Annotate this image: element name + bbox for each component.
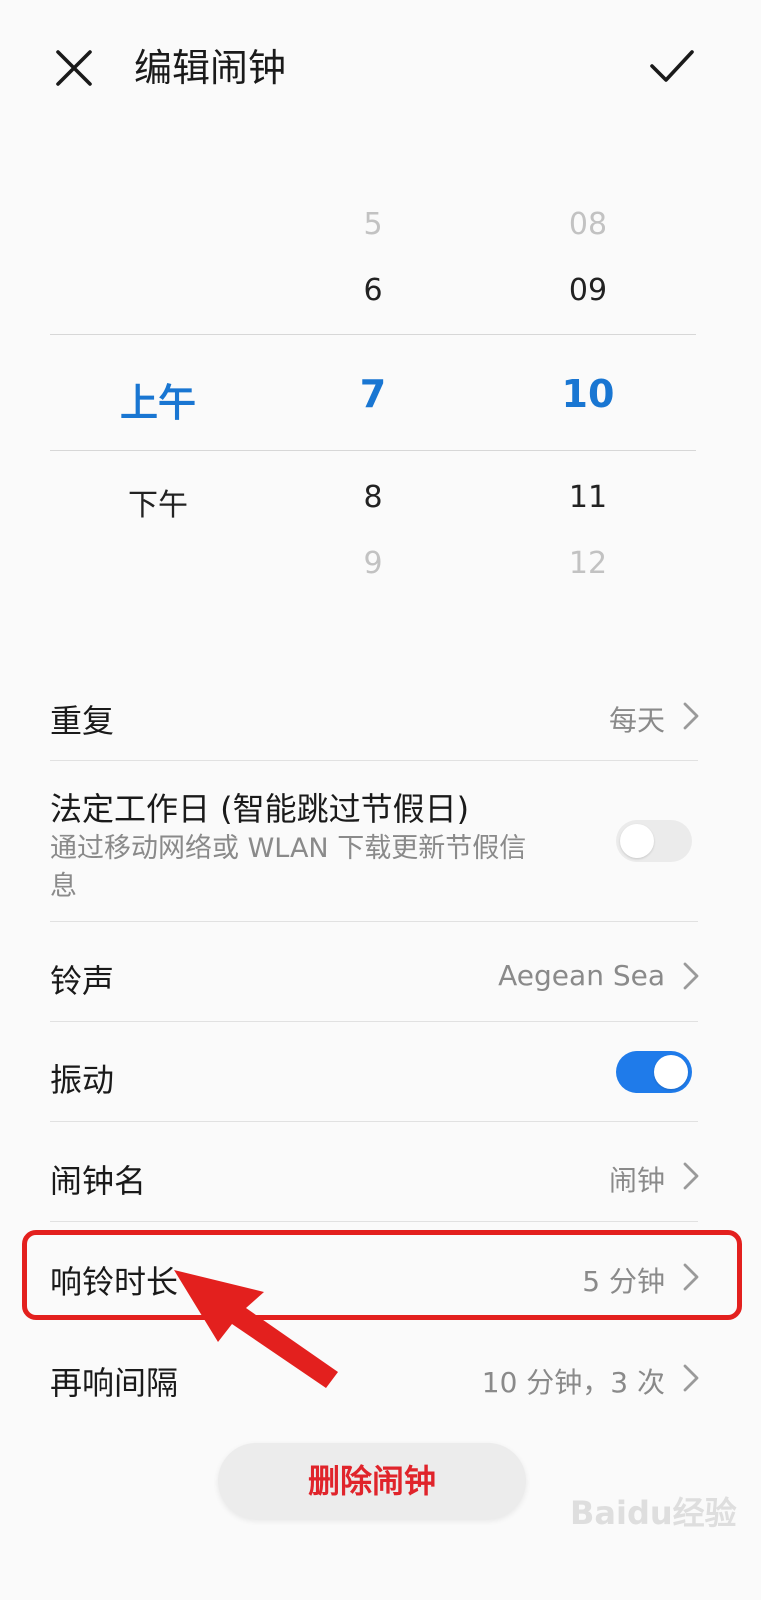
- workday-subtitle-line2: 息: [50, 871, 77, 902]
- snooze-label: 再响间隔: [50, 1364, 179, 1402]
- row-divider: [50, 760, 698, 761]
- picker-hour-item[interactable]: 5: [313, 207, 433, 242]
- vibrate-label: 振动: [50, 1061, 115, 1099]
- picker-ampm-item[interactable]: 下午: [98, 480, 218, 524]
- workday-subtitle-line1: 通过移动网络或 WLAN 下载更新节假信: [50, 833, 527, 864]
- annotation-highlight-box: [22, 1230, 742, 1320]
- repeat-label: 重复: [50, 702, 115, 740]
- picker-ampm-selected[interactable]: 上午: [98, 372, 218, 427]
- row-divider: [50, 1021, 698, 1022]
- page-title: 编辑闹钟: [134, 46, 287, 90]
- alarm-name-value: 闹钟: [608, 1164, 665, 1197]
- watermark: Baidu经验: [570, 1494, 737, 1532]
- picker-divider-bottom: [50, 450, 696, 451]
- snooze-value: 10 分钟，3 次: [481, 1366, 665, 1399]
- toggle-knob: [654, 1055, 688, 1089]
- picker-minute-item[interactable]: 11: [528, 480, 648, 515]
- check-icon[interactable]: [646, 40, 698, 92]
- chevron-right-icon: [671, 1156, 711, 1196]
- chevron-right-icon: [671, 696, 711, 736]
- ringtone-value: Aegean Sea: [498, 959, 665, 992]
- row-divider: [50, 921, 698, 922]
- picker-minute-item[interactable]: 12: [528, 546, 648, 581]
- close-icon[interactable]: [48, 42, 100, 94]
- picker-hour-selected[interactable]: 7: [313, 372, 433, 416]
- picker-hour-item[interactable]: 8: [313, 480, 433, 515]
- picker-minute-item[interactable]: 08: [528, 207, 648, 242]
- repeat-value: 每天: [608, 704, 665, 737]
- workday-label: 法定工作日 (智能跳过节假日): [50, 790, 470, 828]
- ringtone-label: 铃声: [50, 962, 115, 1000]
- workday-toggle[interactable]: [616, 820, 692, 862]
- row-divider: [50, 1121, 698, 1122]
- chevron-right-icon: [671, 1358, 711, 1398]
- chevron-right-icon: [671, 956, 711, 996]
- picker-minute-item[interactable]: 09: [528, 273, 648, 308]
- row-divider: [50, 1221, 698, 1222]
- picker-hour-item[interactable]: 9: [313, 546, 433, 581]
- picker-hour-item[interactable]: 6: [313, 273, 433, 308]
- vibrate-toggle[interactable]: [616, 1051, 692, 1093]
- delete-alarm-button[interactable]: 删除闹钟: [218, 1443, 526, 1519]
- picker-divider-top: [50, 334, 696, 335]
- alarm-name-label: 闹钟名: [50, 1162, 147, 1200]
- annotation-arrow-icon: [174, 1270, 338, 1388]
- toggle-knob: [620, 824, 654, 858]
- picker-minute-selected[interactable]: 10: [528, 372, 648, 416]
